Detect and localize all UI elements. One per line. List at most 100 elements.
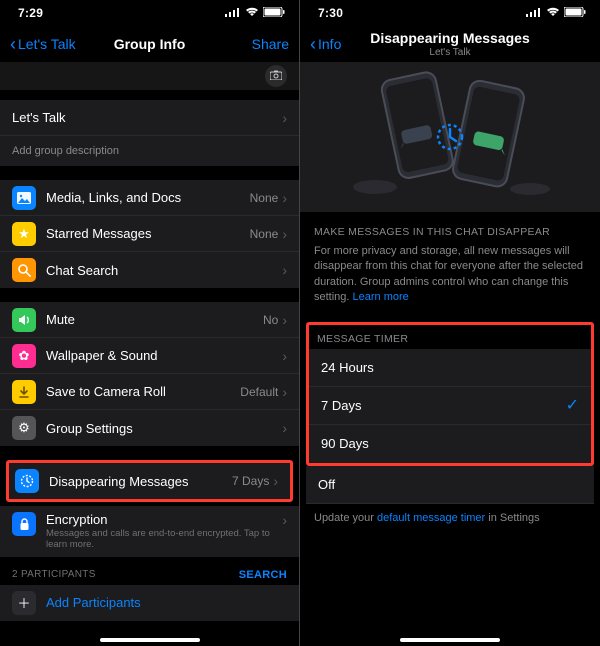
starred-row[interactable]: ★ Starred Messages None › <box>0 216 299 252</box>
nav-back[interactable]: ‹ Let's Talk <box>10 34 76 55</box>
media-label: Media, Links, and Docs <box>46 190 250 205</box>
chevron-left-icon: ‹ <box>310 34 316 55</box>
timer-header: MESSAGE TIMER <box>309 325 591 349</box>
chevron-right-icon: › <box>282 190 287 206</box>
check-icon: ✓ <box>566 395 579 415</box>
illustration <box>300 62 600 212</box>
chevron-right-icon: › <box>282 312 287 328</box>
chevron-right-icon: › <box>282 226 287 242</box>
disappearing-highlight: Disappearing Messages 7 Days › <box>6 460 293 502</box>
add-participants-row[interactable]: ＋ Add Participants <box>0 585 299 621</box>
option-label: Off <box>318 477 335 492</box>
add-participants-label: Add Participants <box>46 595 287 610</box>
wifi-icon <box>245 6 259 20</box>
description-body: For more privacy and storage, all new me… <box>300 244 600 312</box>
content-section: Media, Links, and Docs None › ★ Starred … <box>0 180 299 288</box>
nav-action-share[interactable]: Share <box>229 36 289 52</box>
wallpaper-label: Wallpaper & Sound <box>46 348 282 363</box>
groupsettings-row[interactable]: ⚙ Group Settings › <box>0 410 299 446</box>
disappearing-row[interactable]: Disappearing Messages 7 Days › <box>9 463 290 499</box>
encryption-label: Encryption <box>46 512 282 527</box>
learn-more-link[interactable]: Learn more <box>353 291 409 303</box>
search-icon <box>12 258 36 282</box>
update-footer-text1: Update your <box>314 512 377 524</box>
encryption-section: Encryption Messages and calls are end-to… <box>0 506 299 557</box>
save-value: Default <box>240 385 278 399</box>
settings-section: Mute No › ✿ Wallpaper & Sound › Save to … <box>0 302 299 446</box>
photo-icon <box>12 186 36 210</box>
group-description-row[interactable]: Add group description <box>0 136 299 166</box>
group-name-section: Let's Talk › Add group description <box>0 100 299 166</box>
update-footer: Update your default message timer in Set… <box>300 504 600 532</box>
content-scroll[interactable]: MAKE MESSAGES IN THIS CHAT DISAPPEAR For… <box>300 62 600 646</box>
phone-group-info: 7:29 ‹ Let's Talk Group Info Share <box>0 0 300 646</box>
save-icon <box>12 380 36 404</box>
wallpaper-row[interactable]: ✿ Wallpaper & Sound › <box>0 338 299 374</box>
timer-icon <box>15 469 39 493</box>
chevron-right-icon: › <box>282 512 287 528</box>
option-90d[interactable]: 90 Days <box>309 425 591 463</box>
chevron-right-icon: › <box>282 348 287 364</box>
participants-count: 2 PARTICIPANTS <box>12 569 96 581</box>
encryption-row[interactable]: Encryption Messages and calls are end-to… <box>0 506 299 557</box>
gear-icon: ⚙ <box>12 416 36 440</box>
description-header: MAKE MESSAGES IN THIS CHAT DISAPPEAR <box>300 212 600 244</box>
option-label: 90 Days <box>321 436 369 451</box>
battery-icon <box>263 6 285 20</box>
chevron-right-icon: › <box>282 420 287 436</box>
phone-disappearing: 7:30 ‹ Info Disappearing Messages Let's … <box>300 0 600 646</box>
star-icon: ★ <box>12 222 36 246</box>
chevron-right-icon: › <box>282 384 287 400</box>
home-indicator[interactable] <box>100 638 200 642</box>
participants-search-link[interactable]: SEARCH <box>239 569 287 581</box>
participants-header: 2 PARTICIPANTS SEARCH <box>0 557 299 585</box>
wallpaper-icon: ✿ <box>12 344 36 368</box>
mute-value: No <box>263 313 278 327</box>
disappearing-label: Disappearing Messages <box>49 474 232 489</box>
group-name-label: Let's Talk <box>12 110 282 125</box>
timer-highlight: MESSAGE TIMER 24 Hours 7 Days ✓ 90 Days <box>306 322 594 466</box>
chatsearch-label: Chat Search <box>46 263 282 278</box>
chevron-right-icon: › <box>273 473 278 489</box>
group-name-row[interactable]: Let's Talk › <box>0 100 299 136</box>
groupsettings-label: Group Settings <box>46 421 282 436</box>
option-off[interactable]: Off <box>306 466 594 504</box>
participants-section: ＋ Add Participants <box>0 585 299 621</box>
camera-button[interactable] <box>265 65 287 87</box>
update-footer-text2: in Settings <box>485 512 539 524</box>
media-row[interactable]: Media, Links, and Docs None › <box>0 180 299 216</box>
status-time: 7:29 <box>18 6 43 20</box>
mute-row[interactable]: Mute No › <box>0 302 299 338</box>
default-timer-link[interactable]: default message timer <box>377 512 485 524</box>
plus-icon: ＋ <box>12 591 36 615</box>
encryption-footer: Messages and calls are end-to-end encryp… <box>46 528 282 551</box>
camera-icon <box>270 69 282 83</box>
save-label: Save to Camera Roll <box>46 384 240 399</box>
group-header-strip <box>0 62 299 90</box>
nav-back-label: Let's Talk <box>18 36 76 52</box>
status-bar: 7:30 <box>300 0 600 26</box>
chatsearch-row[interactable]: Chat Search › <box>0 252 299 288</box>
option-7d[interactable]: 7 Days ✓ <box>309 387 591 425</box>
home-indicator[interactable] <box>400 638 500 642</box>
chevron-right-icon: › <box>282 262 287 278</box>
option-label: 24 Hours <box>321 360 374 375</box>
content-scroll[interactable]: Let's Talk › Add group description Media… <box>0 62 299 646</box>
status-icons <box>225 6 285 20</box>
battery-icon <box>564 6 586 20</box>
speaker-icon <box>12 308 36 332</box>
save-row[interactable]: Save to Camera Roll Default › <box>0 374 299 410</box>
signal-icon <box>526 6 542 20</box>
disappearing-value: 7 Days <box>232 474 269 488</box>
status-time: 7:30 <box>318 6 343 20</box>
nav-back[interactable]: ‹ Info <box>310 34 370 55</box>
chevron-right-icon: › <box>282 110 287 126</box>
starred-value: None <box>250 227 279 241</box>
nav-bar: ‹ Info Disappearing Messages Let's Talk <box>300 26 600 62</box>
signal-icon <box>225 6 241 20</box>
chevron-left-icon: ‹ <box>10 34 16 55</box>
option-24h[interactable]: 24 Hours <box>309 349 591 387</box>
wifi-icon <box>546 6 560 20</box>
timer-options: 24 Hours 7 Days ✓ 90 Days <box>309 349 591 463</box>
mute-label: Mute <box>46 312 263 327</box>
